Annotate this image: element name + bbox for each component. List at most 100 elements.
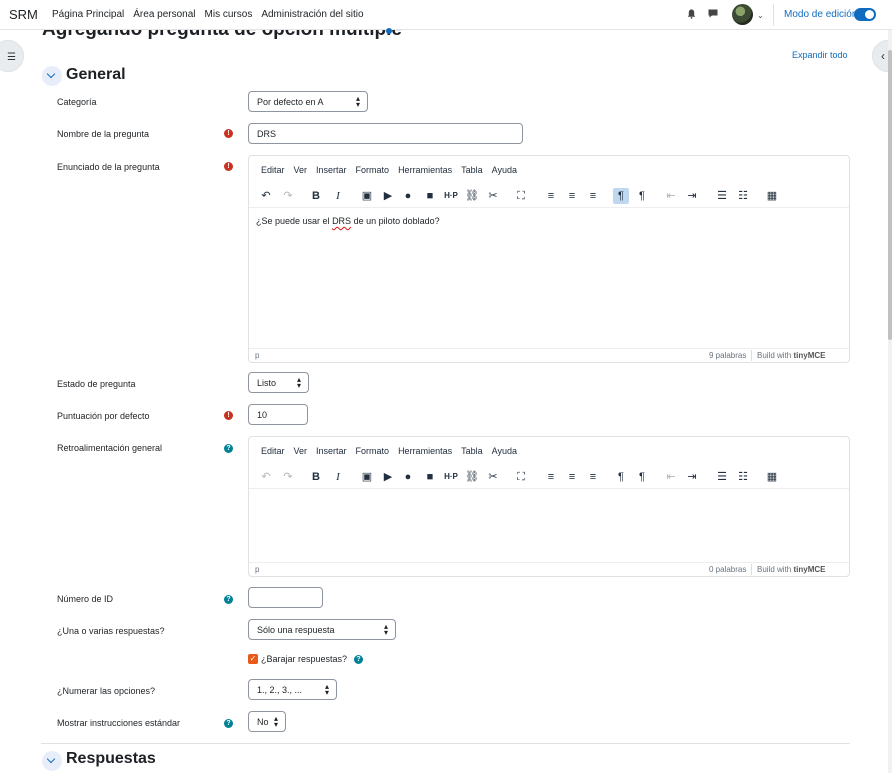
menu-table[interactable]: Tabla — [461, 165, 483, 175]
outdent-icon[interactable]: ⇤ — [663, 469, 679, 485]
italic-icon[interactable]: I — [330, 469, 346, 485]
show-instructions-label: Mostrar instrucciones estándar — [57, 718, 181, 728]
bullet-list-icon[interactable]: ☰ — [714, 188, 730, 204]
notifications-bell-icon[interactable] — [687, 9, 696, 19]
site-brand[interactable]: SRM — [9, 7, 38, 22]
italic-icon[interactable]: I — [330, 188, 346, 204]
help-icon[interactable]: ? — [224, 444, 233, 453]
media-icon[interactable]: ▶ — [380, 469, 396, 485]
align-right-icon[interactable]: ≡ — [585, 469, 601, 485]
numbered-list-icon[interactable]: ☷ — [735, 188, 751, 204]
menu-edit[interactable]: Editar — [261, 165, 285, 175]
menu-view[interactable]: Ver — [294, 165, 308, 175]
ltr-icon[interactable]: ¶ — [613, 188, 629, 204]
menu-tools[interactable]: Herramientas — [398, 165, 452, 175]
shuffle-answers-checkbox[interactable]: ✓ — [248, 654, 258, 664]
align-center-icon[interactable]: ≡ — [564, 469, 580, 485]
media-icon[interactable]: ▶ — [380, 188, 396, 204]
user-menu-chevron-down-icon[interactable]: ⌄ — [757, 11, 764, 20]
unlink-icon[interactable]: ✂ — [485, 188, 501, 204]
microphone-icon[interactable]: ● — [400, 188, 416, 204]
user-avatar[interactable] — [732, 4, 753, 25]
link-icon[interactable]: ⛓ — [464, 188, 480, 204]
indent-icon[interactable]: ⇥ — [684, 469, 700, 485]
help-dot-icon[interactable] — [386, 28, 392, 34]
menu-insert[interactable]: Insertar — [316, 165, 347, 175]
select-caret-icon: ▴ ▾ — [296, 375, 301, 390]
answers-section-toggle-chevron-icon[interactable] — [42, 751, 62, 771]
nav-link-dashboard[interactable]: Área personal — [133, 9, 195, 20]
align-right-icon[interactable]: ≡ — [585, 188, 601, 204]
rtl-icon[interactable]: ¶ — [634, 188, 650, 204]
menu-tools[interactable]: Herramientas — [398, 446, 452, 456]
general-feedback-content[interactable] — [256, 497, 841, 557]
equation-calculator-icon[interactable]: ▦ — [764, 188, 780, 204]
numbered-list-icon[interactable]: ☷ — [735, 469, 751, 485]
undo-icon[interactable]: ↶ — [258, 188, 274, 204]
link-icon[interactable]: ⛓ — [464, 469, 480, 485]
bold-icon[interactable]: B — [308, 469, 324, 485]
word-count[interactable]: 9 palabras — [709, 351, 746, 360]
question-name-input[interactable]: DRS — [248, 123, 523, 144]
single-answer-select[interactable]: Sólo una respuesta ▴ ▾ — [248, 619, 396, 640]
undo-icon[interactable]: ↶ — [258, 469, 274, 485]
edit-mode-toggle[interactable] — [854, 8, 876, 21]
bold-icon[interactable]: B — [308, 188, 324, 204]
equation-calculator-icon[interactable]: ▦ — [764, 469, 780, 485]
numbering-select[interactable]: 1., 2., 3., ... ▴ ▾ — [248, 679, 337, 700]
redo-icon[interactable]: ↷ — [280, 188, 296, 204]
image-icon[interactable]: ▣ — [359, 469, 375, 485]
category-select[interactable]: Por defecto en A ▴ ▾ — [248, 91, 368, 112]
menu-format[interactable]: Formato — [356, 165, 390, 175]
show-instructions-select[interactable]: No ▴ ▾ — [248, 711, 286, 732]
fullscreen-icon[interactable]: ⛶ — [513, 188, 529, 204]
question-text-editor[interactable]: Editar Ver Insertar Formato Herramientas… — [248, 155, 850, 363]
bullet-list-icon[interactable]: ☰ — [714, 469, 730, 485]
unlink-icon[interactable]: ✂ — [485, 469, 501, 485]
fullscreen-icon[interactable]: ⛶ — [513, 469, 529, 485]
help-icon[interactable]: ? — [224, 595, 233, 604]
menu-help[interactable]: Ayuda — [492, 446, 517, 456]
menu-view[interactable]: Ver — [294, 446, 308, 456]
menu-table[interactable]: Tabla — [461, 446, 483, 456]
built-with-tinymce[interactable]: Build with tinyMCE — [757, 565, 825, 574]
page-scrollbar-thumb[interactable] — [888, 50, 892, 340]
general-feedback-editor[interactable]: Editar Ver Insertar Formato Herramientas… — [248, 436, 850, 577]
outdent-icon[interactable]: ⇤ — [663, 188, 679, 204]
status-select[interactable]: Listo ▴ ▾ — [248, 372, 309, 393]
h5p-icon[interactable]: H·P — [443, 188, 459, 204]
question-text-content[interactable]: ¿Se puede usar el DRS de un piloto dobla… — [256, 216, 440, 226]
video-camera-icon[interactable]: ■ — [422, 188, 438, 204]
ltr-icon[interactable]: ¶ — [613, 469, 629, 485]
numbering-selected-value: 1., 2., 3., ... — [257, 685, 303, 695]
word-count[interactable]: 0 palabras — [709, 565, 746, 574]
nav-link-my-courses[interactable]: Mis cursos — [205, 9, 253, 20]
redo-icon[interactable]: ↷ — [280, 469, 296, 485]
messages-icon[interactable] — [708, 9, 718, 18]
nav-link-home[interactable]: Página Principal — [52, 9, 124, 20]
element-path[interactable]: p — [255, 565, 259, 574]
element-path[interactable]: p — [255, 351, 259, 360]
microphone-icon[interactable]: ● — [400, 469, 416, 485]
align-left-icon[interactable]: ≡ — [543, 188, 559, 204]
general-section-toggle-chevron-icon[interactable] — [42, 66, 62, 86]
nav-link-site-admin[interactable]: Administración del sitio — [261, 9, 363, 20]
video-camera-icon[interactable]: ■ — [422, 469, 438, 485]
h5p-icon[interactable]: H·P — [443, 469, 459, 485]
default-mark-input[interactable]: 10 — [248, 404, 308, 425]
menu-format[interactable]: Formato — [356, 446, 390, 456]
help-icon[interactable]: ? — [224, 719, 233, 728]
image-icon[interactable]: ▣ — [359, 188, 375, 204]
align-left-icon[interactable]: ≡ — [543, 469, 559, 485]
course-index-drawer-button[interactable]: ☰ — [0, 40, 24, 72]
built-with-tinymce[interactable]: Build with tinyMCE — [757, 351, 825, 360]
menu-edit[interactable]: Editar — [261, 446, 285, 456]
id-number-input[interactable] — [248, 587, 323, 608]
indent-icon[interactable]: ⇥ — [684, 188, 700, 204]
expand-all-link[interactable]: Expandir todo — [792, 50, 848, 60]
help-icon[interactable]: ? — [354, 655, 363, 664]
align-center-icon[interactable]: ≡ — [564, 188, 580, 204]
rtl-icon[interactable]: ¶ — [634, 469, 650, 485]
menu-help[interactable]: Ayuda — [492, 165, 517, 175]
menu-insert[interactable]: Insertar — [316, 446, 347, 456]
